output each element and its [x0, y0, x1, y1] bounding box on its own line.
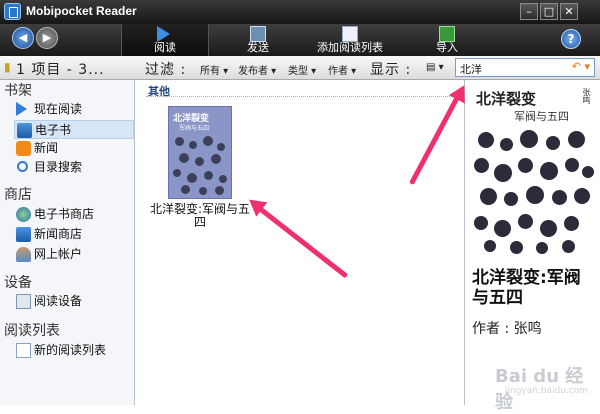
add-reading-list-button[interactable]: 添加阅读列表	[305, 24, 395, 56]
globe-icon	[16, 207, 31, 222]
preview-title: 北洋裂变:军阀与五四	[472, 268, 581, 308]
sidebar: 书架 现在阅读 电子书 新闻 目录搜索 商店 电子书商店 新闻商店 网上帐户 设…	[0, 80, 135, 405]
library-icon: ▮	[4, 60, 11, 74]
sidebar-item-catalog-search[interactable]: 目录搜索	[14, 158, 134, 177]
list-icon	[16, 343, 31, 358]
view-mode-dropdown[interactable]: ▤ ▾	[426, 62, 444, 73]
window-title: Mobipocket Reader	[26, 4, 137, 18]
section-reading-lists: 阅读列表	[4, 323, 60, 339]
search-icon	[17, 161, 28, 172]
play-icon	[16, 102, 27, 116]
back-button[interactable]: ◀	[12, 27, 34, 49]
help-button[interactable]: ?	[561, 29, 581, 49]
preview-cover: 北洋裂变 军阀与五四 张鸣	[470, 84, 596, 256]
app-logo-icon	[4, 3, 21, 20]
filter-all-dropdown[interactable]: 所有 ▾	[200, 62, 228, 77]
filter-label: 过滤 :	[145, 62, 187, 78]
user-icon	[16, 247, 31, 262]
sidebar-item-news[interactable]: 新闻	[14, 139, 134, 158]
tab-read[interactable]: 阅读	[121, 24, 209, 56]
sidebar-item-news-store[interactable]: 新闻商店	[14, 225, 134, 244]
section-devices: 设备	[4, 275, 32, 291]
filter-author-dropdown[interactable]: 作者 ▾	[328, 62, 356, 77]
clear-search-icon[interactable]: ↶ ▾	[572, 60, 590, 73]
import-button[interactable]: 导入	[422, 24, 472, 56]
watermark-sub: jingyan.baidu.com	[505, 386, 589, 396]
filter-bar: ▮ 1 项目 - 3... 过滤 : 所有 ▾ 发布者 ▾ 类型 ▾ 作者 ▾ …	[0, 56, 600, 80]
book-icon	[17, 123, 32, 138]
forward-button[interactable]: ▶	[36, 27, 58, 49]
toolbar: ◀ ▶ 阅读 发送 添加阅读列表 导入 ?	[0, 24, 600, 56]
rss-icon	[16, 141, 31, 156]
item-count: 1 项目 - 3...	[16, 62, 105, 78]
minimize-button[interactable]: –	[520, 3, 538, 20]
send-button[interactable]: 发送	[233, 24, 283, 56]
search-input[interactable]: 北洋 ↶ ▾	[455, 58, 595, 77]
device-icon	[16, 294, 31, 309]
title-bar: Mobipocket Reader – □ ✕	[0, 0, 600, 24]
filter-publisher-dropdown[interactable]: 发布者 ▾	[238, 62, 276, 77]
divider	[146, 96, 456, 97]
news-store-icon	[16, 227, 31, 242]
close-button[interactable]: ✕	[560, 3, 578, 20]
sidebar-item-ebook-store[interactable]: 电子书商店	[14, 205, 134, 224]
sidebar-item-new-reading-list[interactable]: 新的阅读列表	[14, 341, 134, 360]
sidebar-item-now-reading[interactable]: 现在阅读	[14, 100, 134, 119]
sidebar-item-online-account[interactable]: 网上帐户	[14, 245, 134, 264]
preview-author: 作者 : 张鸣	[472, 321, 542, 337]
display-label: 显示 :	[370, 62, 412, 78]
section-bookshelf: 书架	[4, 83, 32, 99]
maximize-button[interactable]: □	[540, 3, 558, 20]
book-title-label[interactable]: 北洋裂变:军阀与五四	[148, 203, 252, 229]
sidebar-item-reading-device[interactable]: 阅读设备	[14, 292, 134, 311]
section-store: 商店	[4, 187, 32, 203]
book-cover-thumbnail[interactable]: 北洋裂变 军阀与五四	[168, 106, 232, 199]
filter-type-dropdown[interactable]: 类型 ▾	[288, 62, 316, 77]
sidebar-item-ebooks[interactable]: 电子书	[14, 120, 134, 139]
